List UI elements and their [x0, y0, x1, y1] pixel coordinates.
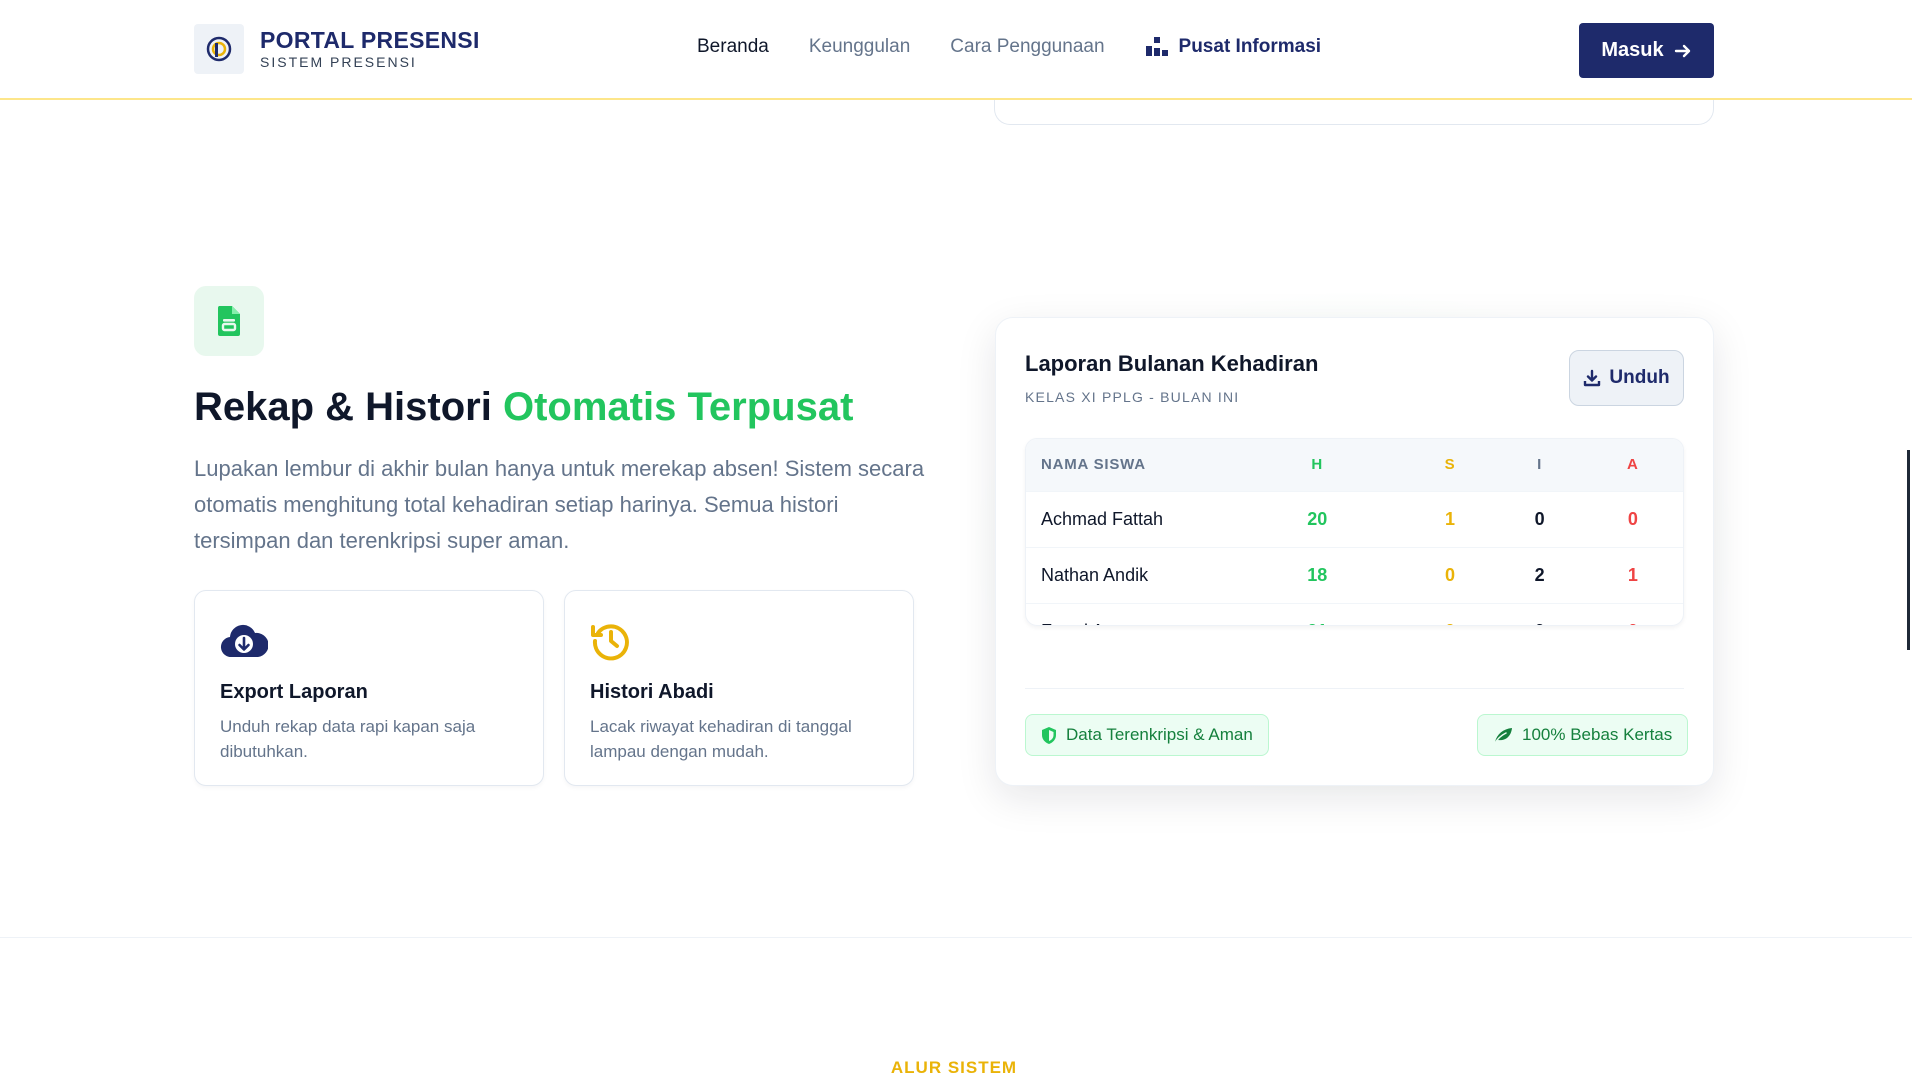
export-card-text: Unduh rekap data rapi kapan saja dibutuh…: [220, 717, 476, 761]
student-name: Farrel Azzam: [1026, 603, 1231, 625]
encrypted-badge-label: Data Terenkripsi & Aman: [1066, 725, 1253, 744]
report-subtitle: KELAS XI PPLG - BULAN INI: [1025, 389, 1240, 405]
export-card-title: Export Laporan: [220, 681, 368, 703]
document-icon: [194, 286, 264, 356]
report-divider: [1025, 688, 1684, 689]
table-row: Achmad Fattah 20 1 0 0: [1026, 491, 1683, 547]
login-button[interactable]: Masuk: [1579, 23, 1714, 78]
paperless-badge: 100% Bebas Kertas: [1477, 714, 1689, 756]
history-icon: [591, 624, 629, 661]
hadir-count: 18: [1307, 564, 1328, 585]
student-name: Nathan Andik: [1041, 564, 1149, 585]
table-row: Nathan Andik 18 0 2 1: [1026, 547, 1683, 603]
sakit-count: 0: [1403, 603, 1496, 625]
navbar: PORTAL PRESENSI SISTEM PRESENSI Beranda …: [0, 0, 1912, 100]
heading-main: Rekap & Histori: [194, 385, 503, 429]
nav-beranda[interactable]: Beranda: [697, 36, 769, 58]
table-header-row: NAMA SISWA H S I A: [1026, 439, 1683, 491]
hadir-count: 21: [1231, 603, 1403, 625]
export-card: Export Laporan Unduh rekap data rapi kap…: [194, 590, 544, 786]
col-nama-siswa: NAMA SISWA: [1041, 456, 1146, 474]
alpa-count: 1: [1627, 564, 1638, 585]
student-name: Achmad Fattah: [1041, 508, 1164, 529]
info-center-icon: [1145, 37, 1168, 56]
col-sakit: S: [1444, 456, 1456, 474]
monthly-report-card: Laporan Bulanan Kehadiran KELAS XI PPLG …: [995, 317, 1714, 786]
col-alpa: A: [1627, 456, 1639, 474]
shield-icon: [1042, 726, 1056, 744]
brand-subtitle: SISTEM PRESENSI: [260, 54, 417, 70]
brand[interactable]: PORTAL PRESENSI SISTEM PRESENSI: [194, 24, 480, 74]
izin-count: 0: [1534, 508, 1545, 529]
cloud-download-icon: [221, 624, 268, 658]
alpa-count: 0: [1627, 508, 1638, 529]
scrollbar-thumb[interactable]: [1907, 450, 1910, 650]
login-button-label: Masuk: [1601, 39, 1664, 61]
report-title: Laporan Bulanan Kehadiran: [1025, 351, 1319, 376]
section-heading: Rekap & Histori Otomatis Terpusat: [194, 385, 853, 430]
izin-count: 0: [1497, 603, 1583, 625]
main-nav: Beranda Keunggulan Cara Penggunaan Pusat…: [697, 36, 1321, 58]
brand-title: PORTAL PRESENSI: [260, 27, 480, 53]
brand-logo-icon: [194, 24, 244, 74]
hadir-count: 20: [1307, 508, 1328, 529]
sakit-count: 1: [1444, 508, 1455, 529]
sakit-count: 0: [1444, 564, 1455, 585]
history-card-title: Histori Abadi: [590, 681, 714, 703]
encrypted-badge: Data Terenkripsi & Aman: [1025, 714, 1269, 756]
col-hadir: H: [1311, 456, 1324, 474]
download-icon: [1584, 369, 1601, 387]
col-izin: I: [1537, 456, 1543, 474]
section-divider: [0, 937, 1912, 938]
arrow-right-icon: [1674, 44, 1690, 57]
history-card: Histori Abadi Lacak riwayat kehadiran di…: [564, 590, 914, 786]
download-button[interactable]: Unduh: [1569, 350, 1684, 406]
history-card-text: Lacak riwayat kehadiran di tanggal lampa…: [590, 717, 852, 761]
nav-cara-penggunaan[interactable]: Cara Penggunaan: [950, 36, 1104, 58]
nav-pusat-informasi-label: Pusat Informasi: [1178, 36, 1322, 57]
download-button-label: Unduh: [1609, 367, 1670, 388]
section-description: Lupakan lembur di akhir bulan hanya untu…: [194, 456, 925, 553]
next-section-eyebrow: ALUR SISTEM: [890, 1058, 1018, 1077]
izin-count: 2: [1534, 564, 1545, 585]
table-row: Farrel Azzam 21 0 0 0: [1026, 603, 1683, 625]
nav-pusat-informasi[interactable]: Pusat Informasi: [1145, 36, 1322, 58]
alpa-count: 0: [1583, 603, 1683, 625]
heading-accent: Otomatis Terpusat: [502, 385, 854, 429]
nav-keunggulan[interactable]: Keunggulan: [809, 36, 910, 58]
paperless-badge-label: 100% Bebas Kertas: [1522, 725, 1673, 744]
leaf-icon: [1494, 728, 1512, 744]
attendance-table: NAMA SISWA H S I A Achmad Fattah 20 1 0 …: [1025, 438, 1684, 626]
